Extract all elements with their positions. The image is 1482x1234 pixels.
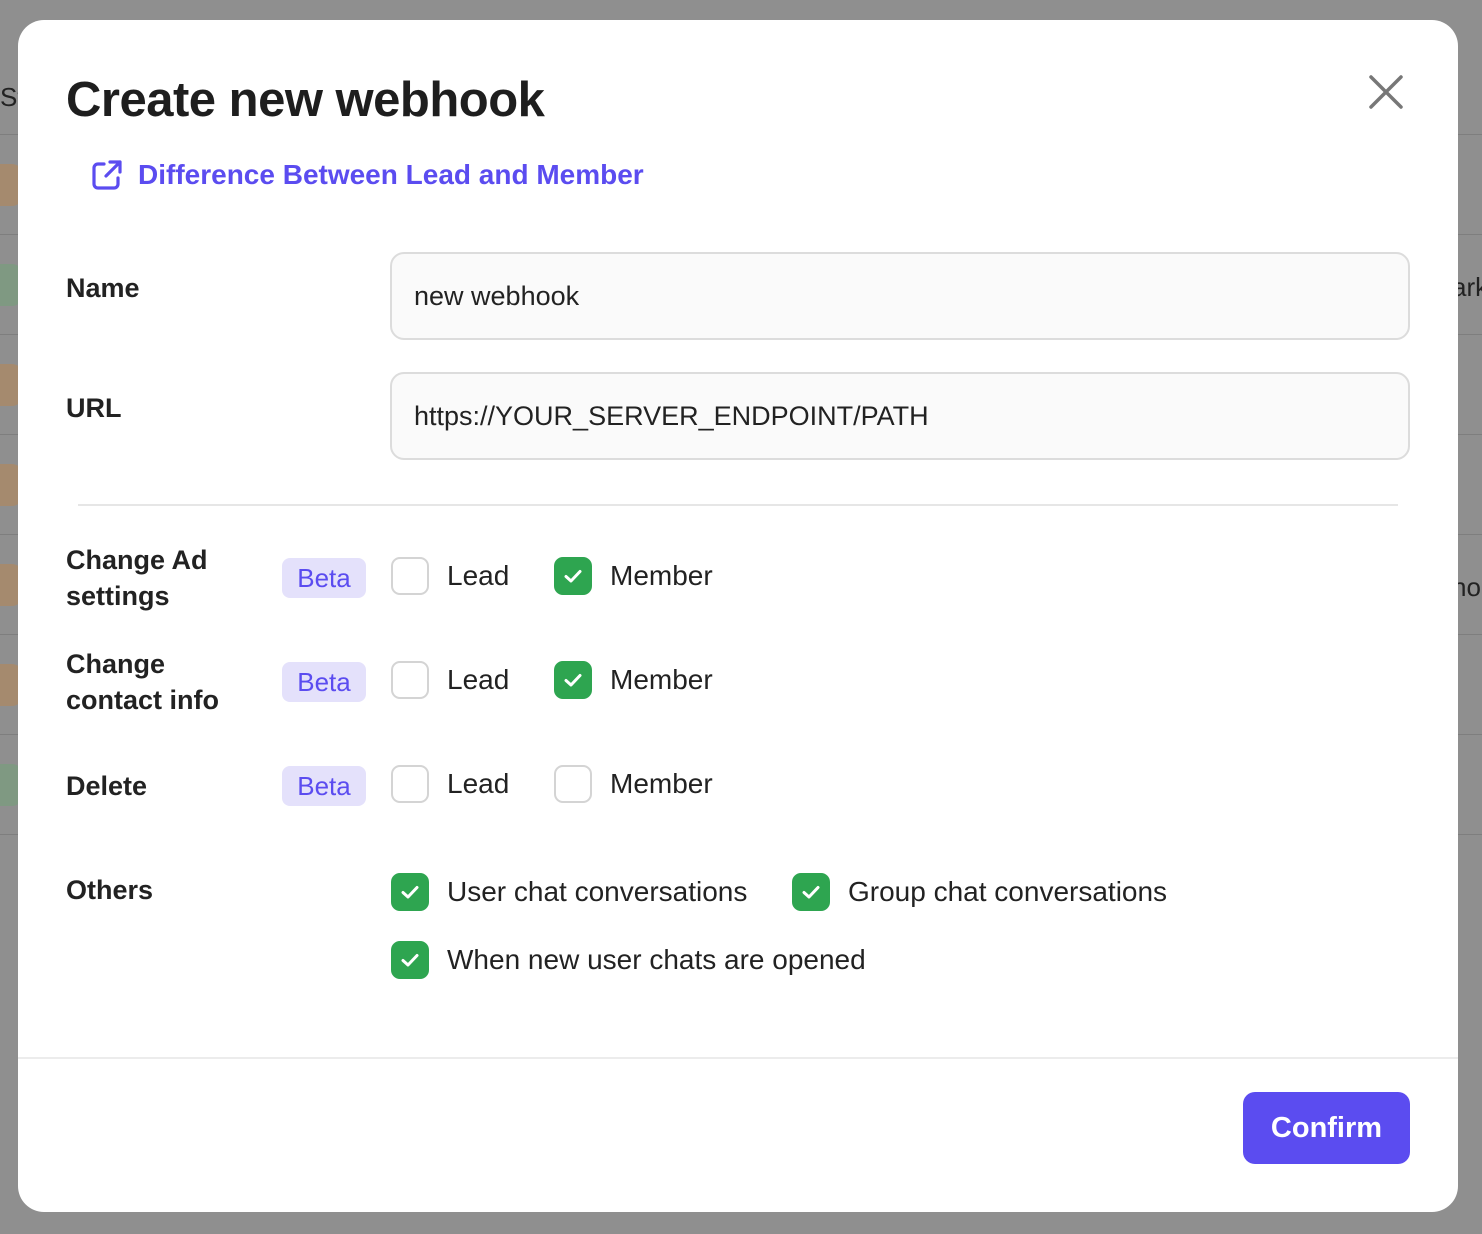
checkbox-box[interactable] [391,557,429,595]
external-link-icon [92,160,122,190]
label-line: Delete [66,771,148,801]
checkbox-label: User chat conversations [447,876,748,907]
checkbox-label: Member [610,560,713,591]
checkmark-icon [564,674,582,687]
checkbox-contact-info-member[interactable]: Member [554,661,713,699]
checkmark-icon [401,886,419,899]
checkbox-box[interactable] [792,873,830,911]
close-icon [1369,75,1403,109]
name-label: Name [66,273,140,303]
footer-divider [18,1057,1458,1059]
checkbox-box[interactable] [391,873,429,911]
modal-title: Create new webhook [66,73,545,127]
label-line: settings [66,581,170,611]
checkbox-delete-lead[interactable]: Lead [391,765,509,803]
checkbox-box[interactable] [391,661,429,699]
beta-badge: Beta [282,662,366,702]
event-label-change-ad-settings: Change Ad settings [66,542,208,614]
checkbox-user-chat-conversations[interactable]: User chat conversations [391,873,747,911]
checkbox-contact-info-lead[interactable]: Lead [391,661,509,699]
event-label-change-contact-info: Change contact info [66,646,219,718]
url-label: URL [66,393,122,423]
checkbox-new-user-chats-opened[interactable]: When new user chats are opened [391,941,866,979]
confirm-button[interactable]: Confirm [1243,1092,1410,1164]
checkbox-label: Member [610,768,713,799]
label-line: contact info [66,685,219,715]
checkbox-change-ad-lead[interactable]: Lead [391,557,509,595]
lead-member-help-link[interactable]: Difference Between Lead and Member [90,158,644,192]
create-webhook-modal: Create new webhook Difference Between Le… [18,20,1458,1212]
checkbox-delete-member[interactable]: Member [554,765,713,803]
checkbox-label: When new user chats are opened [447,944,866,975]
checkmark-icon [564,570,582,583]
help-link-label: Difference Between Lead and Member [138,159,644,190]
checkmark-icon [802,886,820,899]
label-line: Change Ad [66,545,208,575]
name-input[interactable] [390,252,1410,340]
url-input[interactable] [390,372,1410,460]
checkbox-label: Lead [447,560,510,591]
checkbox-box[interactable] [391,941,429,979]
checkbox-label: Group chat conversations [848,876,1168,907]
checkbox-label: Member [610,664,713,695]
checkmark-icon [401,954,419,967]
beta-badge: Beta [282,766,366,806]
others-label: Others [66,875,154,905]
checkbox-box[interactable] [554,765,592,803]
checkbox-change-ad-member[interactable]: Member [554,557,713,595]
beta-badge: Beta [282,558,366,598]
checkbox-label: Lead [447,768,510,799]
close-button[interactable] [1364,70,1408,114]
checkbox-label: Lead [447,664,510,695]
checkbox-box[interactable] [391,765,429,803]
checkbox-box[interactable] [554,557,592,595]
label-line: Change [66,649,166,679]
section-divider [78,504,1398,506]
checkbox-box[interactable] [554,661,592,699]
event-label-delete: Delete [66,768,147,804]
checkbox-group-chat-conversations[interactable]: Group chat conversations [792,873,1167,911]
